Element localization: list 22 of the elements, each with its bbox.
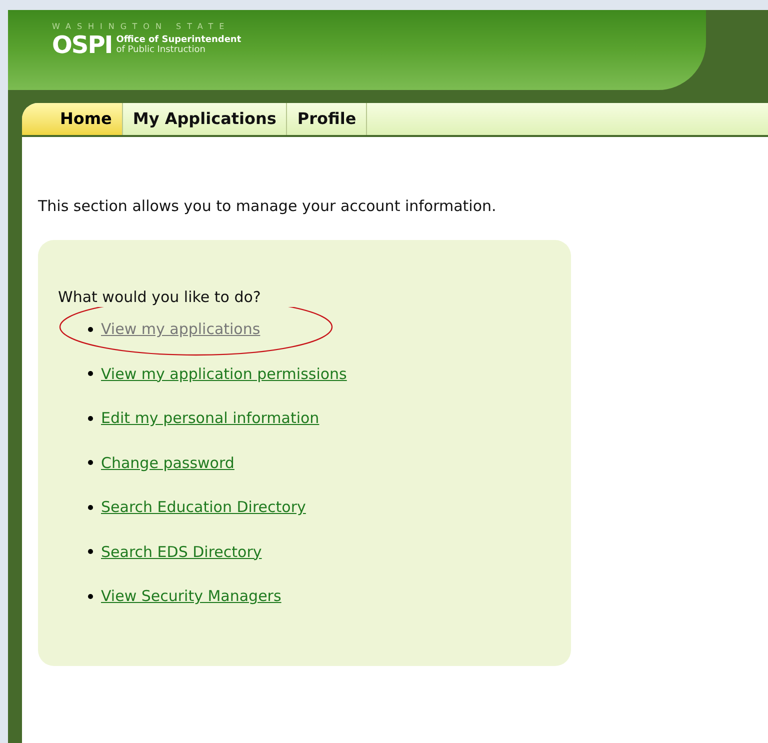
action-link[interactable]: View my application permissions <box>101 362 347 385</box>
nav-tab[interactable]: Profile <box>287 103 368 135</box>
agency-name: Office of Superintendent <box>116 35 242 45</box>
state-label: WASHINGTON STATE <box>52 22 232 32</box>
agency-subtitle: of Public Instruction <box>116 45 206 55</box>
action-link[interactable]: Search Education Directory <box>101 496 306 518</box>
bullet-icon <box>88 549 93 554</box>
bullet-icon <box>88 326 93 332</box>
bullet-icon <box>88 460 93 466</box>
action-link[interactable]: View Security Managers <box>101 585 282 608</box>
action-link[interactable]: Search EDS Directory <box>101 540 262 563</box>
nav-tab[interactable]: Home <box>22 103 123 135</box>
logo-text: OSPI <box>52 32 112 58</box>
action-link[interactable]: Change password <box>101 452 234 474</box>
bullet-icon <box>88 416 93 421</box>
nav-tab[interactable]: My Applications <box>122 103 288 135</box>
bullet-icon <box>88 504 93 510</box>
bullet-icon <box>88 594 93 599</box>
bullet-icon <box>88 371 93 376</box>
question-text: What would you like to do? <box>58 286 262 308</box>
intro-text: This section allows you to manage your account information. <box>38 196 498 217</box>
action-link[interactable]: Edit my personal information <box>101 407 320 430</box>
